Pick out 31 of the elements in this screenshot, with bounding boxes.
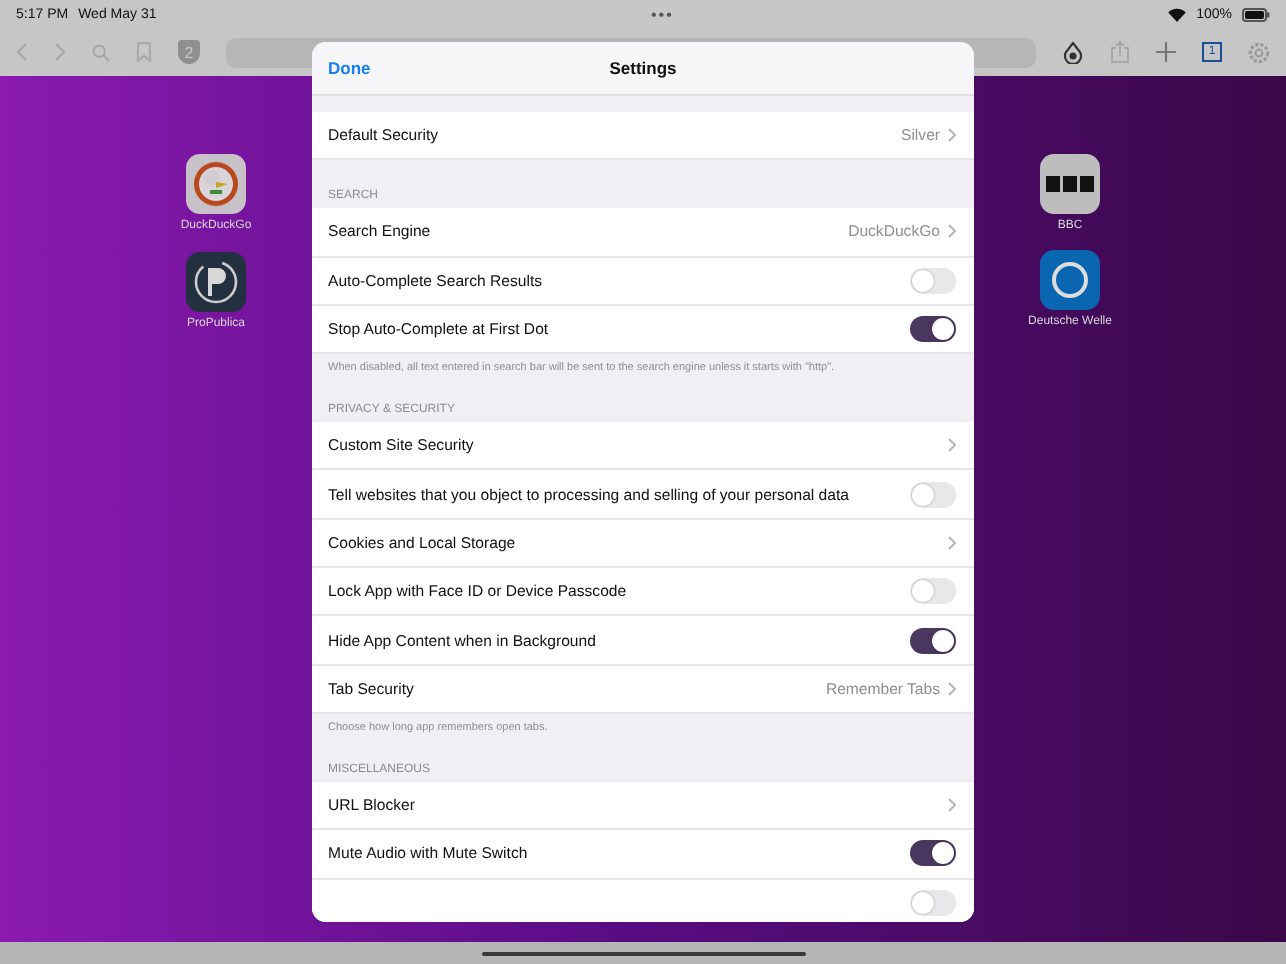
chevron-icon xyxy=(948,681,956,696)
forward-icon[interactable] xyxy=(54,42,66,62)
chevron-icon xyxy=(948,535,956,550)
toggle-switch[interactable] xyxy=(910,316,956,343)
circle-p-app-icon[interactable] xyxy=(186,252,246,312)
toggle-switch[interactable] xyxy=(910,267,956,294)
chevron-icon xyxy=(948,128,956,143)
settings-icon[interactable] xyxy=(1248,41,1270,63)
share-icon[interactable] xyxy=(1110,40,1130,64)
wifi-icon xyxy=(1168,7,1187,21)
plus-icon[interactable] xyxy=(1156,42,1176,62)
battery-icon xyxy=(1242,7,1270,21)
bookmark-icon[interactable] xyxy=(136,42,152,62)
sheet-title: Settings xyxy=(609,58,677,78)
dw-app-icon[interactable] xyxy=(1040,250,1100,310)
toggle-switch[interactable] xyxy=(910,840,956,867)
drop-icon[interactable] xyxy=(1062,41,1084,63)
duck-app-icon[interactable] xyxy=(186,154,246,214)
multitasking-dots[interactable]: ••• xyxy=(650,5,674,23)
toggle-switch[interactable] xyxy=(910,627,956,654)
blocks-app-icon[interactable] xyxy=(1040,154,1100,214)
toggle-switch[interactable] xyxy=(910,578,956,605)
chevron-icon xyxy=(948,798,956,813)
home-indicator[interactable] xyxy=(481,951,805,955)
back-icon[interactable] xyxy=(16,42,28,62)
chevron-icon xyxy=(948,224,956,239)
chevron-icon xyxy=(948,438,956,453)
search-icon[interactable] xyxy=(92,43,110,61)
toggle-switch[interactable] xyxy=(910,481,956,508)
toggle-switch[interactable] xyxy=(910,889,956,916)
done-button[interactable]: Done xyxy=(324,54,375,82)
